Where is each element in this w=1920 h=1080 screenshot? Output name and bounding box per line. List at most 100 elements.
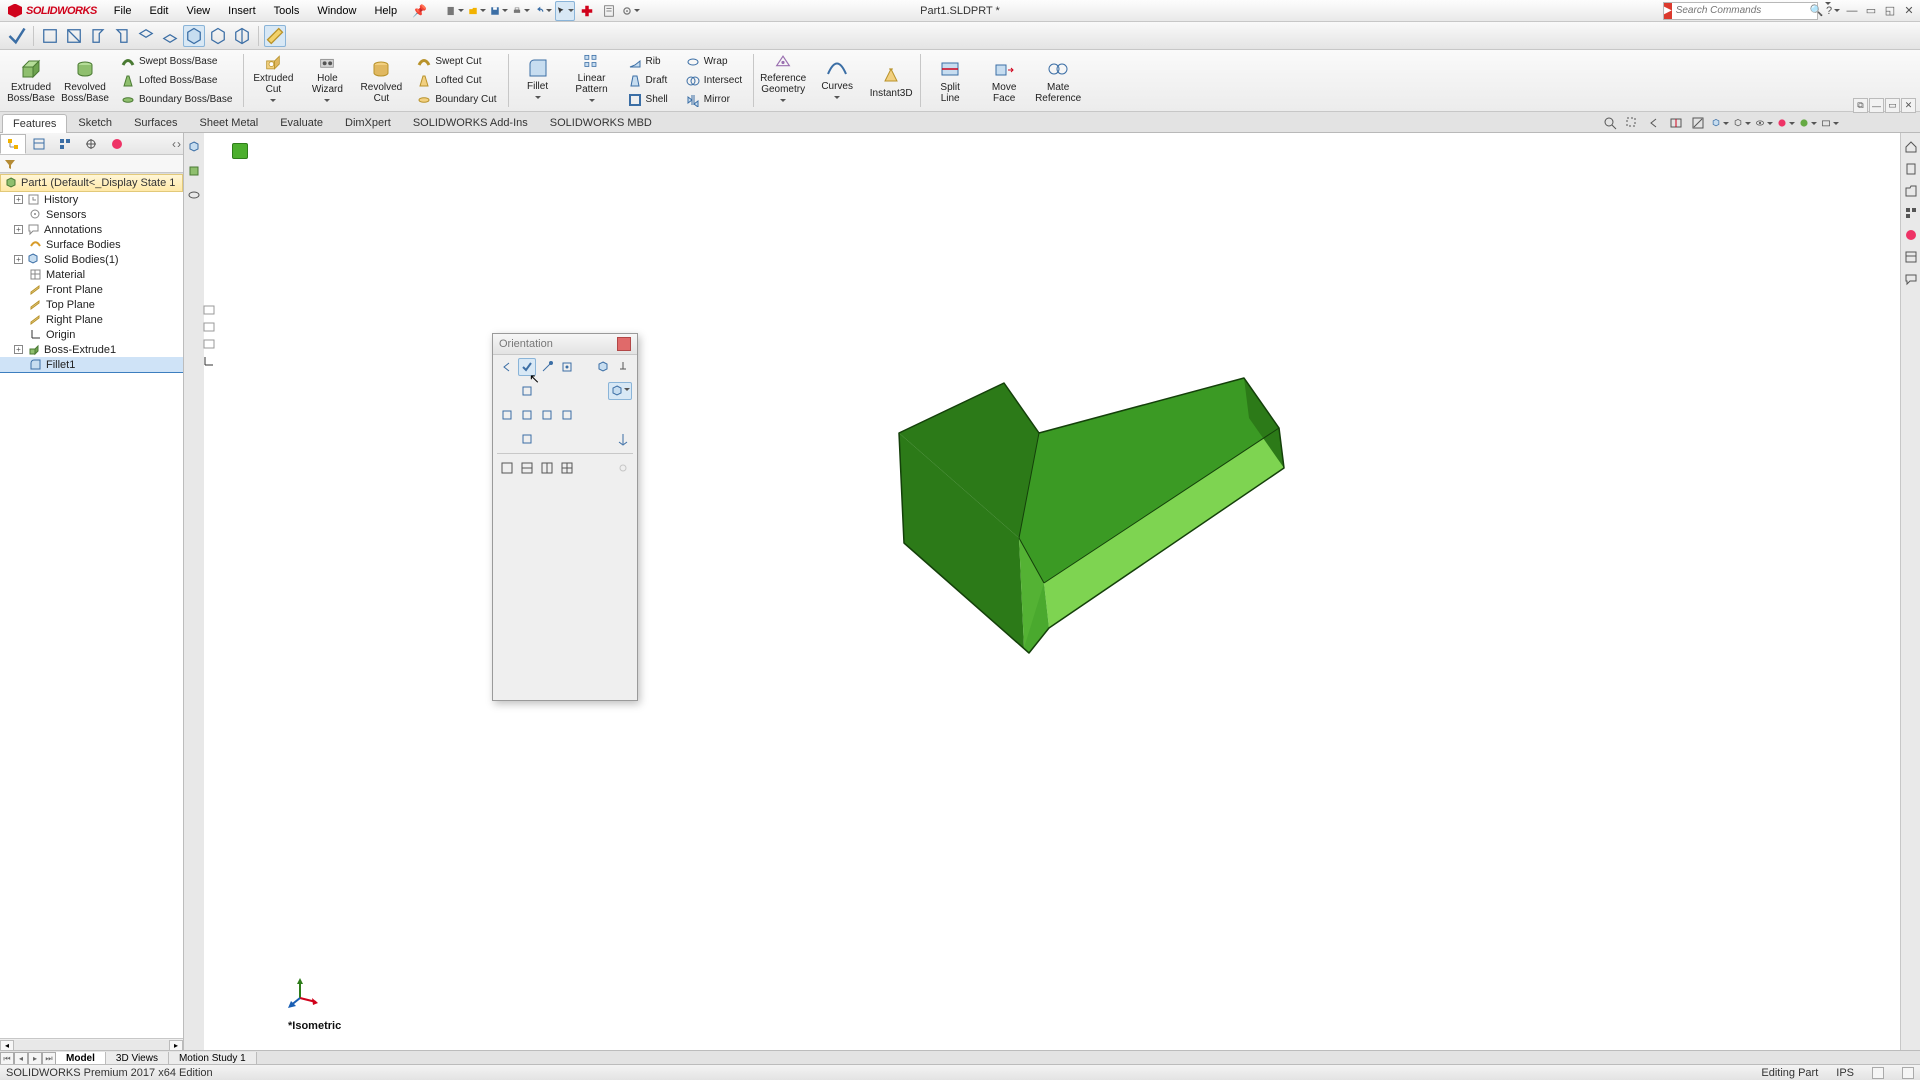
view-left-icon[interactable] <box>87 25 109 47</box>
help-button[interactable]: ? <box>1824 3 1842 19</box>
view-bottom-icon[interactable] <box>159 25 181 47</box>
graphics-area[interactable]: *Isometric Orientation <box>204 133 1920 1052</box>
save-button[interactable] <box>489 1 509 21</box>
orient-left-icon[interactable] <box>498 406 516 424</box>
orientation-dialog[interactable]: Orientation <box>492 333 638 701</box>
view-back-icon[interactable] <box>63 25 85 47</box>
tp-file-explorer-icon[interactable] <box>1901 181 1920 201</box>
tab-sheet-metal[interactable]: Sheet Metal <box>188 113 269 132</box>
orient-link-views-icon[interactable] <box>614 459 632 477</box>
linear-pattern-button[interactable]: LinearPattern <box>565 50 619 111</box>
tp-appearances-icon[interactable] <box>1901 225 1920 245</box>
orient-two-horiz-icon[interactable] <box>518 459 536 477</box>
orient-front-icon[interactable] <box>518 406 536 424</box>
tp-view-palette-icon[interactable] <box>1901 203 1920 223</box>
tree-root[interactable]: Part1 (Default<_Display State 1 <box>0 174 183 192</box>
menu-view[interactable]: View <box>177 0 219 22</box>
tree-item-annotations[interactable]: +Annotations <box>0 222 183 237</box>
expand-icon[interactable]: + <box>14 225 23 234</box>
display-style-icon[interactable] <box>1732 113 1752 133</box>
orient-axon-icon[interactable] <box>594 358 612 376</box>
minimize-button[interactable]: — <box>1843 3 1861 19</box>
lofted-cut-button[interactable]: Lofted Cut <box>412 72 501 90</box>
view-top-icon[interactable] <box>135 25 157 47</box>
revolved-boss-button[interactable]: RevolvedBoss/Base <box>58 50 112 111</box>
tp-custom-props-icon[interactable] <box>1901 247 1920 267</box>
search-commands[interactable]: ▶ 🔍 <box>1663 2 1818 20</box>
flyout-tree-icon[interactable] <box>184 137 204 157</box>
mate-reference-button[interactable]: MateReference <box>1031 50 1085 111</box>
model-checkmark[interactable] <box>884 373 1304 663</box>
fm-tab-tree[interactable] <box>0 134 26 154</box>
tp-design-lib-icon[interactable] <box>1901 159 1920 179</box>
tree-item-sensors[interactable]: Sensors <box>0 207 183 222</box>
swept-boss-button[interactable]: Swept Boss/Base <box>116 53 237 71</box>
orient-bottom-icon[interactable] <box>518 430 536 448</box>
flyout-bodies-icon[interactable] <box>184 161 204 181</box>
select-button[interactable] <box>555 1 575 21</box>
fillet-button[interactable]: Fillet <box>511 50 565 111</box>
tab-evaluate[interactable]: Evaluate <box>269 113 334 132</box>
view-trimetric-icon[interactable] <box>207 25 229 47</box>
rib-button[interactable]: Rib <box>623 53 673 71</box>
filter-funnel-icon[interactable] <box>4 158 16 170</box>
zoom-fit-icon[interactable] <box>1600 113 1620 133</box>
tree-item-top-plane[interactable]: Top Plane <box>0 297 183 312</box>
shell-button[interactable]: Shell <box>623 91 673 109</box>
flyout-show-icon[interactable] <box>184 185 204 205</box>
rebuild-button[interactable] <box>577 1 597 21</box>
orient-update-std-icon[interactable] <box>518 358 536 376</box>
measure-tool-icon[interactable] <box>264 25 286 47</box>
search-input[interactable] <box>1672 5 1810 16</box>
reference-geometry-button[interactable]: ReferenceGeometry <box>756 50 810 111</box>
tab-surfaces[interactable]: Surfaces <box>123 113 188 132</box>
orient-normal-to-icon[interactable] <box>614 430 632 448</box>
orient-pushpin-icon[interactable] <box>614 358 632 376</box>
intersect-button[interactable]: Intersect <box>681 72 747 90</box>
maximize-button[interactable]: ◱ <box>1881 3 1899 19</box>
boundary-cut-button[interactable]: Boundary Cut <box>412 91 501 109</box>
status-icon-2[interactable] <box>1902 1067 1914 1079</box>
tree-item-boss-extrude1[interactable]: +Boss-Extrude1 <box>0 342 183 357</box>
panel-close-icon[interactable]: ✕ <box>1901 98 1916 113</box>
search-provider-icon[interactable]: ▶ <box>1664 3 1672 19</box>
zoom-area-icon[interactable] <box>1622 113 1642 133</box>
hide-show-icon[interactable] <box>1754 113 1774 133</box>
orient-right-icon[interactable] <box>538 406 556 424</box>
split-line-button[interactable]: SplitLine <box>923 50 977 111</box>
apply-scene-icon[interactable] <box>1798 113 1818 133</box>
orient-top-icon[interactable] <box>518 382 536 400</box>
panel-link-icon[interactable]: ⧉ <box>1853 98 1868 113</box>
view-orientation-icon[interactable] <box>1710 113 1730 133</box>
tree-item-surface-bodies[interactable]: Surface Bodies <box>0 237 183 252</box>
move-face-button[interactable]: MoveFace <box>977 50 1031 111</box>
tree-item-fillet1[interactable]: Fillet1 <box>0 357 183 373</box>
status-icon-1[interactable] <box>1872 1067 1884 1079</box>
tree-item-material-not-specified-[interactable]: Material <box>0 267 183 282</box>
pin-menu-icon[interactable]: 📌 <box>412 4 427 18</box>
tree-item-right-plane[interactable]: Right Plane <box>0 312 183 327</box>
view-right-icon[interactable] <box>111 25 133 47</box>
expand-icon[interactable]: + <box>14 195 23 204</box>
close-button[interactable]: ✕ <box>1900 3 1918 19</box>
extruded-boss-button[interactable]: ExtrudedBoss/Base <box>4 50 58 111</box>
print-button[interactable] <box>511 1 531 21</box>
view-settings-icon[interactable] <box>1820 113 1840 133</box>
open-button[interactable] <box>467 1 487 21</box>
undo-button[interactable] <box>533 1 553 21</box>
orient-single-view-icon[interactable] <box>498 459 516 477</box>
tree-item-history[interactable]: +History <box>0 192 183 207</box>
tab-dimxpert[interactable]: DimXpert <box>334 113 402 132</box>
menu-file[interactable]: File <box>105 0 141 22</box>
orient-new-view-icon[interactable] <box>538 358 556 376</box>
menu-edit[interactable]: Edit <box>141 0 178 22</box>
fm-tab-dimxpert[interactable] <box>78 134 104 154</box>
tab-sketch[interactable]: Sketch <box>67 113 123 132</box>
wrap-button[interactable]: Wrap <box>681 53 747 71</box>
extruded-cut-button[interactable]: ExtrudedCut <box>246 50 300 111</box>
file-properties-button[interactable] <box>599 1 619 21</box>
menu-insert[interactable]: Insert <box>219 0 265 22</box>
instant3d-button[interactable]: Instant3D <box>864 50 918 111</box>
tree-item-origin[interactable]: Origin <box>0 327 183 342</box>
hole-wizard-button[interactable]: HoleWizard <box>300 50 354 111</box>
